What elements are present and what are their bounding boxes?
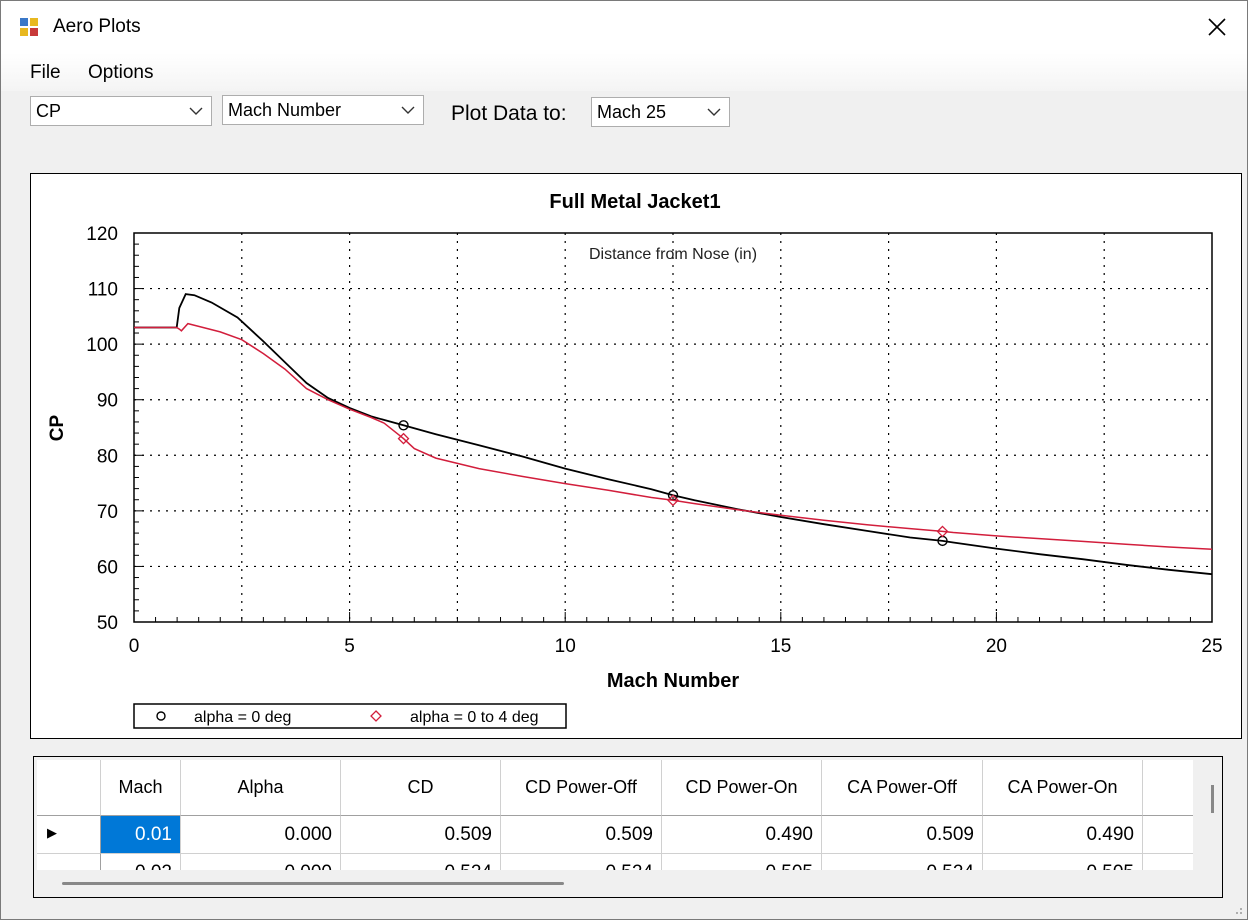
y-tick-label: 60 — [97, 557, 118, 578]
app-chart-icon — [20, 18, 38, 36]
y-tick-label: 120 — [86, 224, 118, 245]
column-header[interactable]: CD Power-On — [662, 760, 822, 816]
cp-vs-mach-chart: 0 5 10 15 20 25 120 110 100 90 80 70 60 50 Full Metal … — [47, 191, 1223, 729]
y-tick-label: 50 — [97, 613, 118, 634]
menu-options[interactable]: Options — [86, 62, 155, 84]
row-header[interactable] — [37, 854, 101, 870]
close-button[interactable] — [1187, 1, 1247, 53]
menu-file[interactable]: File — [28, 62, 63, 84]
chart-subtitle: Distance from Nose (in) — [589, 246, 757, 263]
chart-title: Full Metal Jacket1 — [549, 191, 720, 213]
legend-label: alpha = 0 to 4 deg — [410, 709, 539, 726]
column-header[interactable]: CA Power-On — [983, 760, 1143, 816]
y-tick-label: 80 — [97, 446, 118, 467]
x-tick-label: 15 — [770, 636, 791, 657]
chart-panel: 0 5 10 15 20 25 120 110 100 90 80 70 60 50 Full Metal … — [30, 173, 1242, 739]
grid-cell[interactable]: 0.490 — [662, 816, 822, 854]
grid-cell[interactable]: 0.509 — [501, 816, 662, 854]
grid-cell[interactable]: 0.505 — [983, 854, 1143, 870]
grid-cell-spacer — [1143, 854, 1193, 870]
column-header[interactable]: Alpha — [181, 760, 341, 816]
x-tick-label: 20 — [986, 636, 1007, 657]
row-header[interactable]: ▶ — [37, 816, 101, 854]
window-title: Aero Plots — [53, 16, 141, 37]
plot-data-to-dropdown[interactable]: Mach 25 — [591, 97, 730, 127]
y-tick-label: 70 — [97, 502, 118, 523]
y-tick-label: 110 — [88, 280, 118, 301]
aero-plots-window: Aero Plots File Options CP Mach Number P… — [0, 0, 1248, 920]
legend-label: alpha = 0 deg — [194, 709, 291, 726]
grid-cell[interactable]: 0.000 — [181, 816, 341, 854]
grid-cell-spacer — [1143, 816, 1193, 854]
x-tick-label: 5 — [344, 636, 355, 657]
x-tick-label: 25 — [1201, 636, 1222, 657]
grid-cell[interactable]: 0.509 — [341, 816, 501, 854]
plot-area — [133, 232, 1213, 623]
chevron-down-icon — [401, 106, 415, 114]
close-icon — [1208, 18, 1226, 36]
grid-cell[interactable]: 0.524 — [822, 854, 983, 870]
column-header[interactable]: CA Power-Off — [822, 760, 983, 816]
grid-cell[interactable]: 0.509 — [822, 816, 983, 854]
column-header-spacer — [1143, 760, 1193, 816]
grid-cell[interactable]: 0.524 — [501, 854, 662, 870]
title-bar: Aero Plots — [1, 1, 1247, 53]
plot-data-to-label: Plot Data to: — [451, 102, 567, 125]
plot-data-to-value: Mach 25 — [597, 102, 667, 122]
column-header[interactable]: CD Power-Off — [501, 760, 662, 816]
grid-cell[interactable]: 0.524 — [341, 854, 501, 870]
grid-cell[interactable]: 0.000 — [181, 854, 341, 870]
x-axis-label: Mach Number — [607, 670, 739, 692]
grid-cell[interactable]: 0.02 — [101, 854, 181, 870]
x-variable-value: Mach Number — [228, 100, 342, 120]
column-header[interactable]: CD — [341, 760, 501, 816]
resize-grip-icon[interactable] — [1231, 903, 1243, 915]
data-grid[interactable]: Mach Alpha CD CD Power-Off CD Power-On CA Pow… — [37, 760, 1193, 870]
grid-cell[interactable]: 0.490 — [983, 816, 1143, 854]
grid-cell[interactable]: 0.505 — [662, 854, 822, 870]
chevron-down-icon — [189, 107, 203, 115]
column-header[interactable]: Mach — [101, 760, 181, 816]
current-row-arrow-icon: ▶ — [47, 825, 57, 840]
x-variable-dropdown[interactable]: Mach Number — [222, 95, 424, 125]
data-grid-panel: Mach Alpha CD CD Power-Off CD Power-On CA Pow… — [33, 756, 1223, 898]
y-tick-label: 90 — [97, 391, 118, 412]
horizontal-scrollbar-thumb[interactable] — [62, 882, 564, 885]
menu-bar: File Options — [1, 53, 1247, 91]
vertical-scrollbar-thumb[interactable] — [1211, 785, 1214, 813]
y-variable-value: CP — [36, 101, 62, 121]
y-variable-dropdown[interactable]: CP — [30, 96, 212, 126]
grid-corner-header[interactable] — [37, 760, 101, 816]
grid-cell[interactable]: 0.01 — [101, 816, 181, 854]
x-tick-label: 10 — [555, 636, 576, 657]
y-axis-label: CP — [47, 414, 68, 441]
x-tick-label: 0 — [129, 636, 140, 657]
y-tick-label: 100 — [86, 335, 118, 356]
chevron-down-icon — [707, 108, 721, 116]
